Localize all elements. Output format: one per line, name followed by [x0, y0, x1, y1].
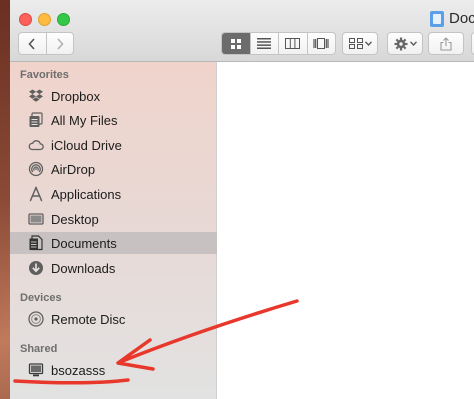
view-mode-control	[221, 32, 336, 55]
sidebar-item-desktop[interactable]: Desktop	[10, 208, 217, 230]
sidebar-item-icloud-drive[interactable]: iCloud Drive	[10, 134, 217, 156]
arrange-icon	[348, 38, 363, 49]
sidebar-item-label: Documents	[51, 235, 117, 251]
sidebar-item-documents[interactable]: Documents	[10, 232, 217, 254]
sidebar-item-label: Applications	[51, 186, 122, 202]
close-button[interactable]	[19, 13, 32, 26]
sidebar-item-label: Remote Disc	[51, 311, 126, 327]
all-my-files-icon	[28, 112, 44, 128]
action-button[interactable]	[387, 32, 423, 55]
chevron-down-icon	[364, 41, 372, 46]
column-view-button[interactable]	[278, 33, 307, 54]
sidebar-item-airdrop[interactable]: AirDrop	[10, 158, 217, 180]
window-title-text: Docu	[449, 10, 474, 27]
navigation-buttons	[18, 32, 74, 55]
icon-view-button[interactable]	[222, 33, 250, 54]
cover-flow-icon	[313, 38, 329, 49]
documents-icon	[28, 235, 44, 251]
sidebar-item-remote-disc[interactable]: Remote Disc	[10, 308, 217, 330]
chevron-left-icon	[28, 37, 35, 50]
cover-flow-button[interactable]	[306, 33, 336, 54]
folder-icon	[430, 10, 444, 27]
favorites-heading: Favorites	[20, 69, 69, 81]
sidebar-item-applications[interactable]: Applications	[10, 183, 217, 205]
title-bar: Docu	[10, 0, 474, 62]
column-view-icon	[285, 38, 301, 49]
sidebar-item-dropbox[interactable]: Dropbox	[10, 85, 217, 107]
arrange-button[interactable]	[342, 32, 378, 55]
sidebar-item-bsozasss[interactable]: bsozasss	[10, 359, 217, 381]
forward-button[interactable]	[45, 33, 74, 54]
list-view-button[interactable]	[249, 33, 279, 54]
finder-window: Docu	[10, 0, 474, 399]
window-title: Docu	[430, 10, 474, 27]
chevron-down-icon	[409, 41, 417, 46]
back-button[interactable]	[19, 33, 46, 54]
disc-icon	[28, 311, 44, 327]
applications-icon	[28, 186, 44, 202]
sidebar-item-all-my-files[interactable]: All My Files	[10, 109, 217, 131]
file-content-area[interactable]	[217, 62, 474, 399]
airdrop-icon	[28, 161, 44, 177]
computer-icon	[28, 362, 44, 378]
share-button[interactable]	[428, 32, 464, 55]
minimize-button[interactable]	[38, 13, 51, 26]
chevron-right-icon	[57, 37, 64, 50]
sidebar-item-label: Desktop	[51, 211, 99, 227]
sidebar-item-label: iCloud Drive	[51, 137, 122, 153]
gear-icon	[394, 37, 407, 50]
sidebar-item-label: Downloads	[51, 260, 116, 276]
sidebar: Favorites Dropbox All My Files iCloud Dr…	[10, 62, 217, 399]
share-icon	[440, 36, 452, 51]
dropbox-icon	[28, 88, 44, 104]
icon-view-icon	[230, 38, 241, 49]
devices-heading: Devices	[20, 292, 62, 304]
sidebar-item-label: bsozasss	[51, 362, 106, 378]
sidebar-item-label: AirDrop	[51, 161, 96, 177]
cloud-icon	[28, 137, 44, 153]
list-view-icon	[257, 38, 272, 49]
sidebar-item-downloads[interactable]: Downloads	[10, 257, 217, 279]
downloads-icon	[28, 260, 44, 276]
zoom-button[interactable]	[57, 13, 70, 26]
sidebar-item-label: Dropbox	[51, 88, 101, 104]
shared-heading: Shared	[20, 343, 58, 355]
desktop-icon	[28, 211, 44, 227]
sidebar-item-label: All My Files	[51, 112, 118, 128]
